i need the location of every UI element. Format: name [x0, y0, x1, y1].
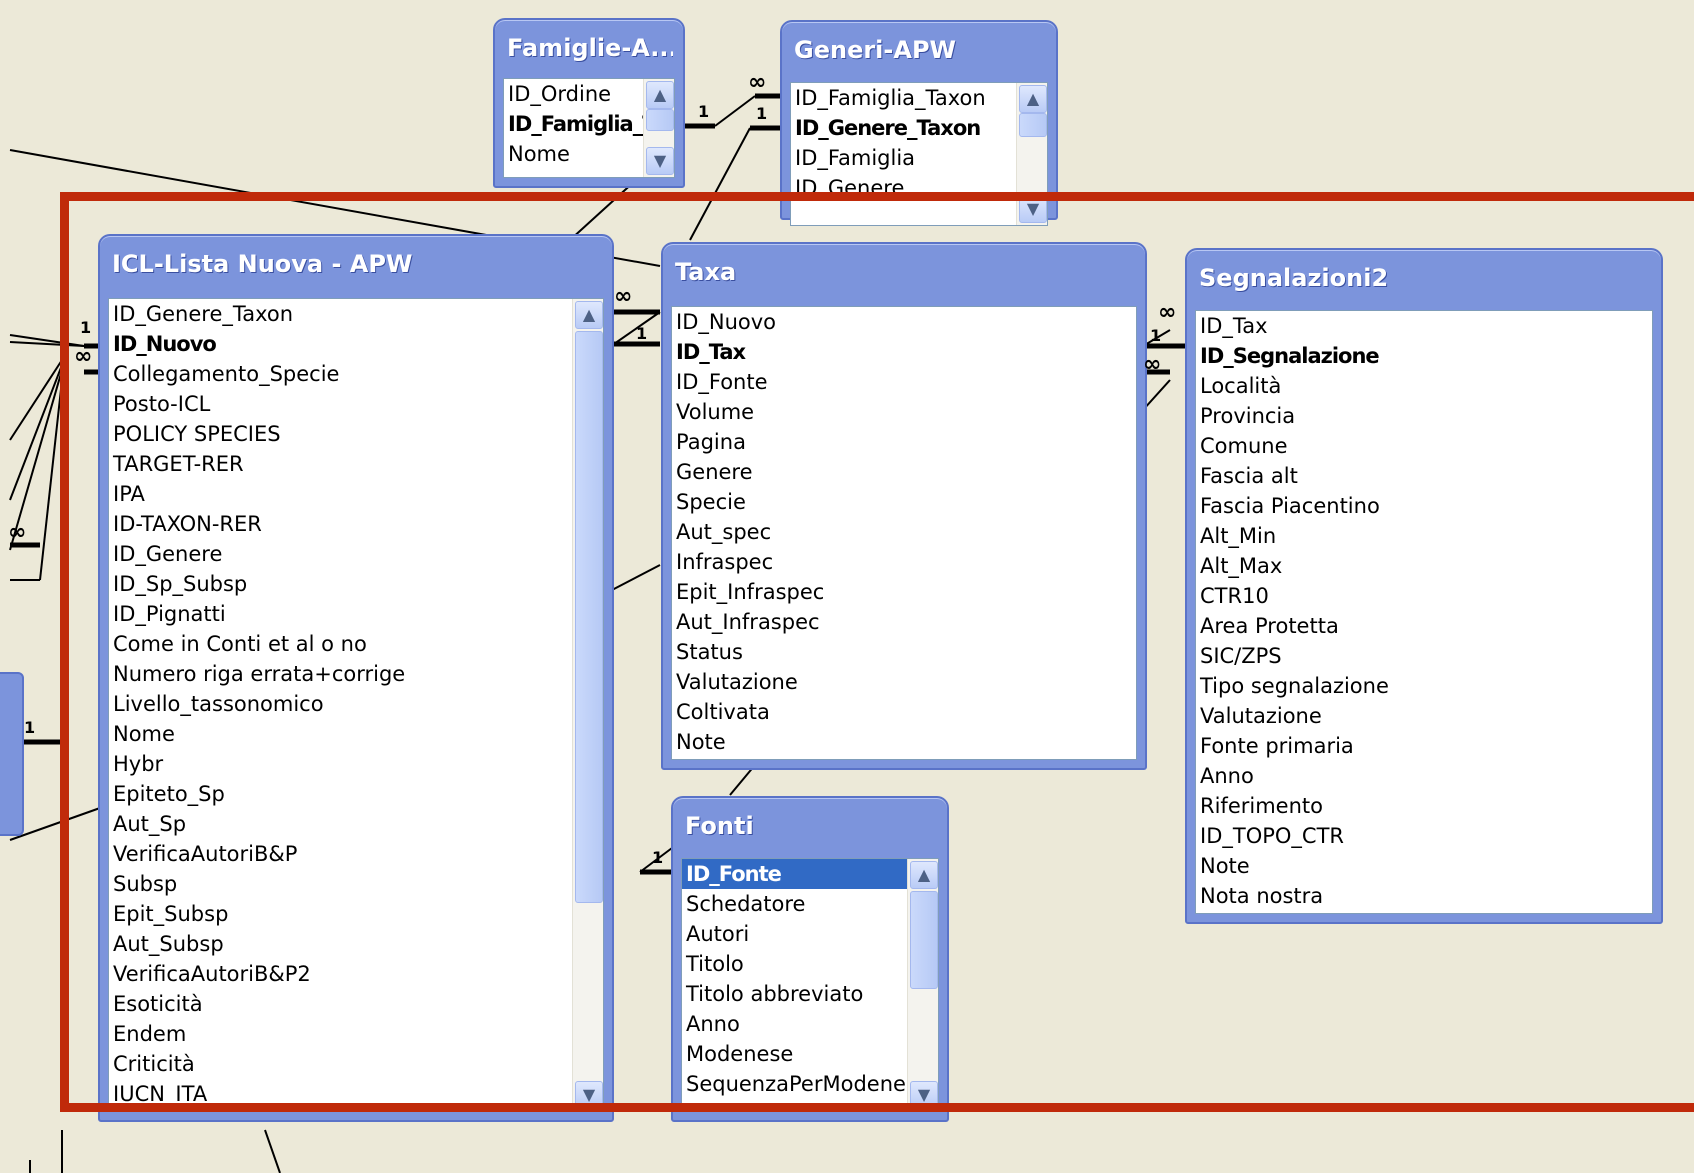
chevron-down-icon[interactable]: ▼	[646, 147, 674, 175]
relationship-one-label: 1	[698, 102, 710, 121]
relationship-one-label: 1	[756, 104, 768, 123]
table-title[interactable]: Famiglie-A...	[507, 30, 673, 66]
relationship-many-label: ∞	[748, 70, 766, 95]
relationship-one-label: 1	[24, 718, 36, 737]
field-id-genere-taxon-primary-key[interactable]: ID_Genere_Taxon	[791, 113, 1047, 143]
highlight-frame	[60, 192, 1694, 1112]
relationships-canvas: Famiglie-A... ID_Ordine ID_Famiglia_T No…	[0, 0, 1694, 1173]
offscreen-table-edge[interactable]	[0, 672, 24, 836]
scroll-thumb[interactable]	[1019, 113, 1047, 137]
scroll-thumb[interactable]	[646, 109, 674, 131]
field-list[interactable]: ID_Ordine ID_Famiglia_T Nome ▲ ▼	[503, 78, 675, 178]
field-id-famiglia[interactable]: ID_Famiglia	[791, 143, 1047, 173]
chevron-up-icon[interactable]: ▲	[646, 81, 674, 109]
relationship-many-label: ∞	[8, 520, 26, 545]
table-famiglie[interactable]: Famiglie-A... ID_Ordine ID_Famiglia_T No…	[493, 18, 685, 188]
field-id-famiglia-taxon[interactable]: ID_Famiglia_Taxon	[791, 83, 1047, 113]
table-title[interactable]: Generi-APW	[794, 32, 1046, 68]
table-generi-apw[interactable]: Generi-APW ID_Famiglia_Taxon ID_Genere_T…	[780, 20, 1058, 226]
vertical-scrollbar[interactable]: ▲ ▼	[643, 79, 674, 177]
chevron-up-icon[interactable]: ▲	[1019, 85, 1047, 113]
